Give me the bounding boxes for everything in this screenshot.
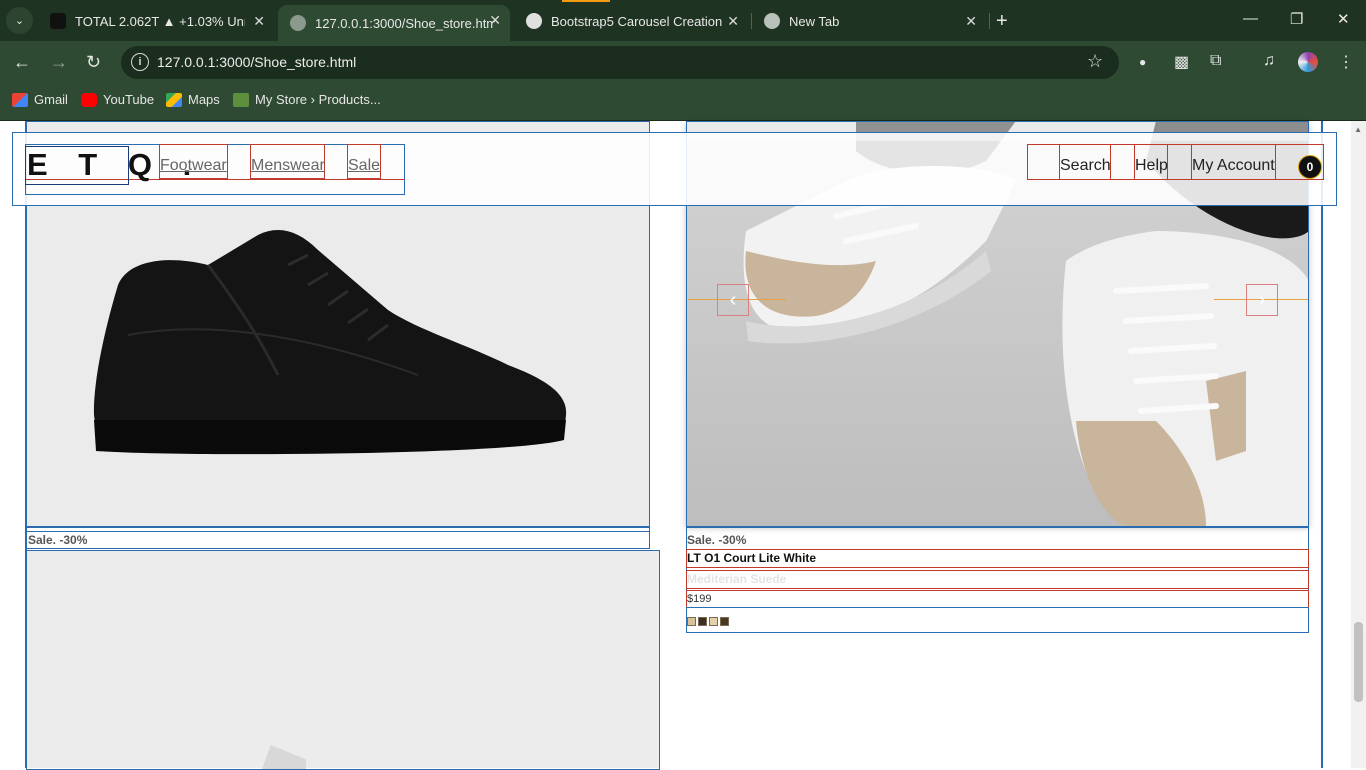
left-card2-outline [26,550,660,770]
product-variant: Mediterian Suede [687,572,787,586]
search-link[interactable]: Search [1060,157,1111,175]
tab-new-tab[interactable]: New Tab ✕ [752,6,986,36]
chrome-icon [764,13,780,29]
scrollbar-thumb[interactable] [1354,622,1363,702]
bookmark-star-icon[interactable]: ☆ [1087,51,1103,72]
extension-drop-icon[interactable]: ● [1139,55,1146,69]
extension-qr-icon[interactable]: ▩ [1174,52,1189,72]
chevron-right-icon: › [1258,288,1266,311]
shopify-bag-icon [233,92,249,107]
bookmark-label: Maps [188,92,220,107]
page-left-border [25,121,27,768]
back-arrow-icon[interactable]: ← [13,52,31,73]
nav-sale-link[interactable]: Sale [348,157,380,175]
tab-title: 127.0.0.1:3000/Shoe_store.html [315,15,495,31]
close-icon[interactable]: ✕ [965,13,977,30]
bookmark-gmail[interactable]: Gmail [12,92,68,107]
url-text[interactable]: 127.0.0.1:3000/Shoe_store.html [157,54,356,70]
minimize-icon[interactable]: — [1243,10,1258,27]
page-right-border [1321,121,1323,768]
window-close-icon[interactable]: ✕ [1337,10,1350,28]
product-price: $199 [687,593,712,605]
swatch-row-outline [686,607,1309,633]
scroll-up-arrow-icon[interactable]: ▲ [1354,125,1362,134]
bookmark-maps[interactable]: Maps [166,92,220,107]
product-name[interactable]: LT O1 Court Lite White [686,550,1309,568]
tab-separator [989,13,990,29]
reload-icon[interactable]: ↻ [86,52,101,73]
nav-menswear-link[interactable]: Menswear [251,157,325,175]
bookmark-label: YouTube [103,92,155,107]
logo-outline [25,146,129,185]
close-icon[interactable]: ✕ [253,13,265,30]
help-link[interactable]: Help [1135,157,1168,175]
nav-footwear-link[interactable]: Footwear [160,157,227,175]
chatgpt-icon [526,13,542,29]
tradingview-icon [50,13,66,29]
right-sale-label: Sale. -30% [687,533,747,547]
globe-icon [290,15,306,31]
bookmark-youtube[interactable]: YouTube [81,92,154,107]
left-sale-outline [26,531,650,549]
bookmark-my-store[interactable]: My Store › Products... [233,92,381,107]
new-tab-plus-icon[interactable]: + [996,10,1008,33]
extensions-puzzle-icon[interactable]: ⧉ [1210,52,1221,70]
restore-icon[interactable]: ❐ [1290,10,1303,28]
gmail-icon [12,92,28,107]
tab-bootstrap[interactable]: Bootstrap5 Carousel Creation ✕ [514,6,748,36]
tab-shoe-store[interactable]: 127.0.0.1:3000/Shoe_store.html ✕ [278,5,510,41]
swatch-dark-brown[interactable] [698,617,707,626]
swatch-brown[interactable] [720,617,729,626]
close-icon[interactable]: ✕ [489,12,501,29]
swatch-sand[interactable] [709,617,718,626]
tab-title: Bootstrap5 Carousel Creation [551,13,723,29]
chevron-left-icon: ‹ [729,288,737,311]
carousel-next-button[interactable]: › [1246,284,1278,316]
tab-tradingview[interactable]: TOTAL 2.062T ▲ +1.03% Unnam ✕ [38,6,274,36]
swatch-beige[interactable] [687,617,696,626]
tab-search-button[interactable]: ⌄ [6,7,33,34]
media-control-icon[interactable]: ♫ [1263,52,1275,70]
close-icon[interactable]: ✕ [727,13,739,30]
profile-avatar[interactable] [1298,52,1318,72]
my-account-link[interactable]: My Account [1192,157,1275,175]
tab-accent-bar [562,0,610,2]
maps-icon [166,92,182,107]
youtube-icon [81,92,97,107]
site-info-icon[interactable]: i [131,53,149,71]
kebab-menu-icon[interactable]: ⋮ [1338,52,1354,72]
bookmark-label: Gmail [34,92,68,107]
bookmark-label: My Store › Products... [255,92,381,107]
carousel-prev-button[interactable]: ‹ [717,284,749,316]
cart-count-badge[interactable]: 0 [1298,155,1322,179]
tab-title: New Tab [789,13,840,29]
forward-arrow-icon[interactable]: → [50,52,68,73]
tab-title: TOTAL 2.062T ▲ +1.03% Unnam [75,13,245,29]
